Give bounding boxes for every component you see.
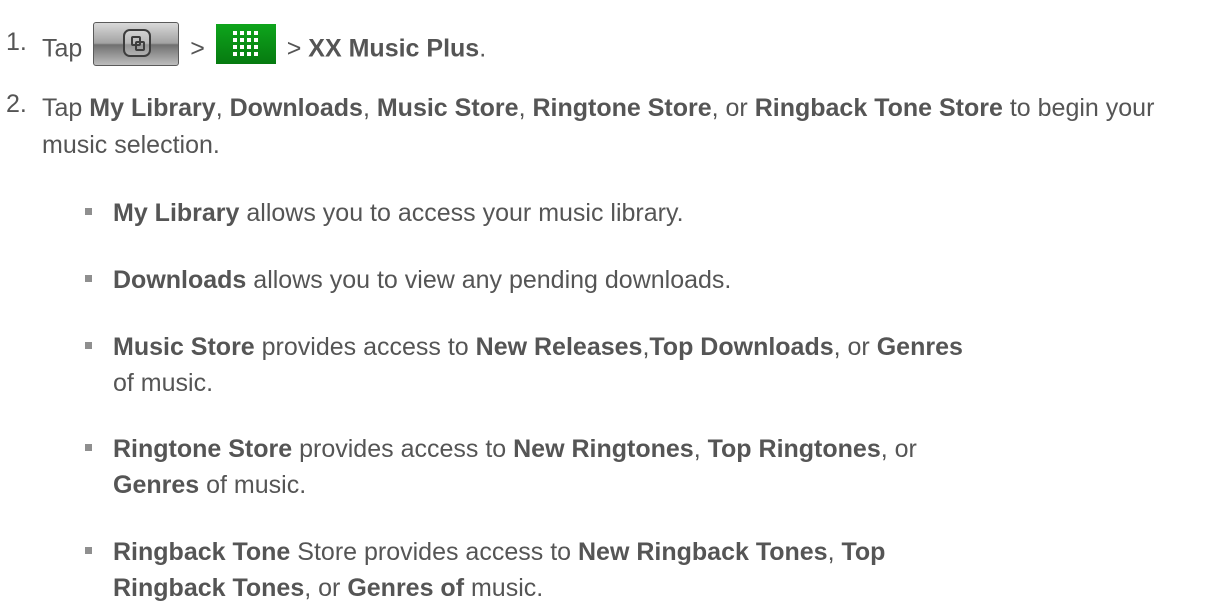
bullet-marker (85, 275, 92, 282)
bullet-marker (85, 208, 92, 215)
item-keyword: New Ringtones (513, 435, 694, 463)
separator: > (286, 34, 302, 63)
item-description: of music. (206, 471, 307, 499)
home-button-icon[interactable] (93, 22, 180, 66)
punctuation: , (518, 94, 526, 122)
conjunction: , or (880, 435, 917, 463)
conjunction: , or (304, 574, 341, 602)
item-keyword: Genres (113, 471, 200, 499)
step-text: Tap My Library, Downloads, Music Store , … (42, 90, 1202, 164)
option-music-store: Music Store (376, 94, 519, 122)
step-verb: Tap (42, 94, 83, 122)
step-number: 2. (6, 90, 27, 118)
item-description: allows you to access your music library. (246, 199, 684, 227)
item-keyword: Genres (876, 333, 963, 361)
option-downloads: Downloads (229, 94, 363, 122)
punctuation: . (479, 34, 487, 63)
step-text: Tap > > XX Music Plus. (42, 22, 1202, 72)
step-verb: Tap (42, 34, 83, 63)
item-description: provides access to (261, 333, 469, 361)
bullet-marker (85, 547, 92, 554)
bullet-marker (85, 342, 92, 349)
item-description: provides access to (299, 435, 507, 463)
bullet-marker (85, 444, 92, 451)
item-title: Ringtone Store (113, 435, 293, 463)
option-ringback-tone-store: Ringback Tone Store (754, 94, 1003, 122)
instruction-page: 1. Tap > > XX Music Plus. 2. Tap My Libr… (0, 0, 1212, 609)
item-description: Store provides access to (297, 538, 572, 566)
item-description: of music. (113, 369, 214, 397)
separator: > (190, 34, 205, 63)
item-description: music. (470, 574, 544, 602)
item-title: Ringback Tone (113, 538, 291, 566)
item-title: My Library (113, 199, 240, 227)
item-keyword: New Releases (475, 333, 643, 361)
punctuation: , (693, 435, 701, 463)
punctuation: , (362, 94, 370, 122)
app-name: XX Music Plus (308, 34, 480, 63)
conjunction: , or (711, 94, 748, 122)
punctuation: , (215, 94, 223, 122)
item-description: allows you to view any pending downloads… (253, 266, 732, 294)
conjunction: , or (833, 333, 870, 361)
step-number: 1. (6, 28, 27, 56)
item-title: Downloads (113, 266, 247, 294)
option-ringtone-store: Ringtone Store (532, 94, 712, 122)
item-keyword: Top Ringtones (707, 435, 881, 463)
item-keyword: Genres of (347, 574, 465, 602)
punctuation: , (827, 538, 835, 566)
apps-grid-icon[interactable] (215, 24, 276, 64)
item-keyword: New Ringback Tones (578, 538, 828, 566)
item-title: Music Store (113, 333, 255, 361)
option-my-library: My Library (89, 94, 216, 122)
item-keyword: Top Downloads (649, 333, 834, 361)
